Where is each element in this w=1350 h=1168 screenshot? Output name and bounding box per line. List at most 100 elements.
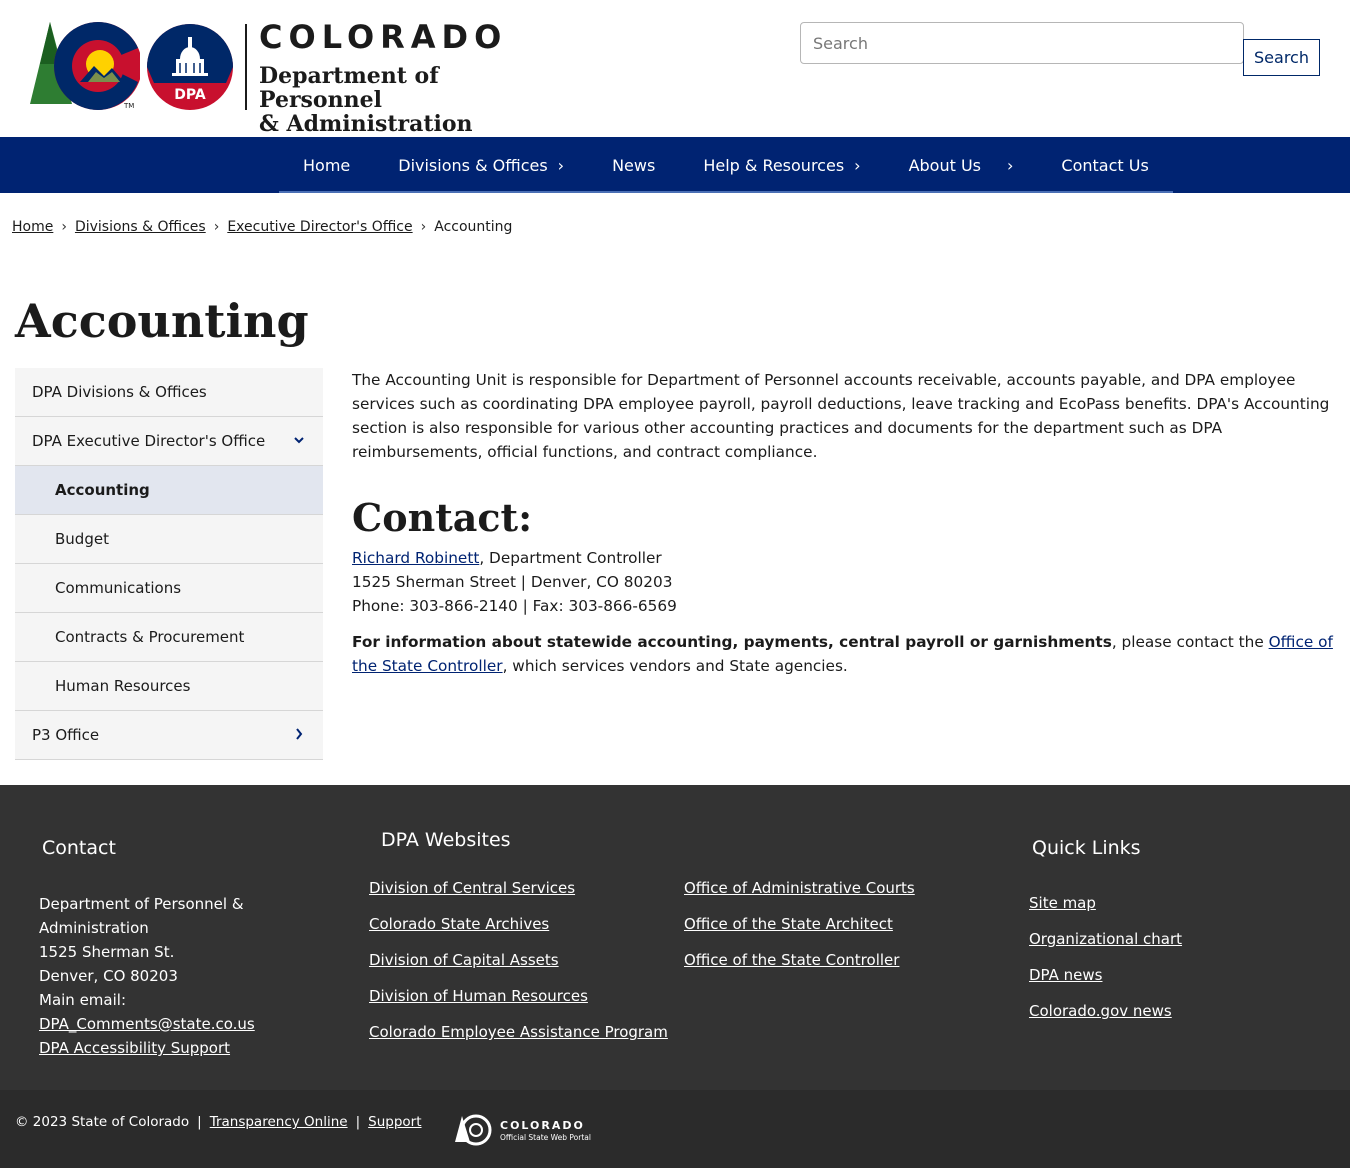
portal-logo-subtitle: Official State Web Portal [500, 1133, 591, 1142]
logo-state-text: COLORADO [259, 18, 508, 56]
nav-item-divisions[interactable]: Divisions & Offices › [374, 137, 588, 193]
nav-item-label: Contact Us [1061, 155, 1149, 175]
logo-dept-line1: Department of Personnel [259, 63, 439, 113]
breadcrumb-separator: › [61, 219, 67, 235]
copyright-text: © 2023 State of Colorado [15, 1114, 190, 1130]
svg-text:DPA: DPA [174, 87, 206, 103]
side-item-hr[interactable]: Human Resources [15, 662, 323, 711]
footer-contact-line: Denver, CO 80203 [39, 967, 178, 985]
bottom-bar: © 2023 State of Colorado | Transparency … [0, 1090, 1350, 1168]
site-logo[interactable]: TM DPA COLORADO Department of Personnel … [28, 18, 558, 136]
logo-divider [245, 24, 247, 110]
footer-quick-link[interactable]: DPA news [1029, 966, 1102, 984]
footer-quick-link[interactable]: Organizational chart [1029, 930, 1182, 948]
side-item-label: DPA Executive Director's Office [32, 432, 266, 450]
footer-accessibility-link[interactable]: DPA Accessibility Support [39, 1039, 230, 1057]
statewide-info-bold: For information about statewide accounti… [352, 633, 1112, 651]
breadcrumb-link-divisions[interactable]: Divisions & Offices [75, 219, 206, 235]
statewide-info-paragraph: For information about statewide accounti… [352, 630, 1337, 678]
nav-item-about[interactable]: About Us › [885, 137, 1038, 193]
footer-quick-link[interactable]: Site map [1029, 894, 1096, 912]
chevron-right-icon: › [854, 155, 861, 175]
transparency-link[interactable]: Transparency Online [210, 1114, 348, 1130]
contact-name-line: Richard Robinett, Department Controller [352, 546, 1337, 570]
search-button[interactable]: Search [1243, 39, 1320, 76]
side-item-accounting[interactable]: Accounting [15, 466, 323, 515]
footer-websites-heading: DPA Websites [381, 829, 511, 851]
statewide-info-mid: , please contact the [1111, 633, 1269, 651]
side-item-label: Contracts & Procurement [55, 628, 245, 646]
footer-website-link[interactable]: Office of the State Architect [684, 915, 893, 933]
footer-quick-link[interactable]: Colorado.gov news [1029, 1002, 1172, 1020]
footer-website-link[interactable]: Division of Capital Assets [369, 951, 559, 969]
nav-item-contact[interactable]: Contact Us [1037, 137, 1172, 193]
footer-website-link[interactable]: Colorado State Archives [369, 915, 549, 933]
breadcrumb-link-edo[interactable]: Executive Director's Office [227, 219, 412, 235]
nav-item-label: Home [303, 155, 351, 175]
page-title: Accounting [15, 294, 309, 348]
side-item-budget[interactable]: Budget [15, 515, 323, 564]
side-item-p3[interactable]: P3 Office [15, 711, 323, 760]
nav-item-help[interactable]: Help & Resources › [679, 137, 884, 193]
main-content: The Accounting Unit is responsible for D… [352, 368, 1337, 678]
side-item-label: Accounting [55, 481, 150, 499]
footer-contact-line: Administration [39, 919, 149, 937]
chevron-right-icon[interactable] [293, 726, 305, 742]
footer-website-link[interactable]: Office of Administrative Courts [684, 879, 915, 897]
site-footer: Contact Department of Personnel & Admini… [0, 785, 1350, 1090]
breadcrumb-link-home[interactable]: Home [12, 219, 53, 235]
footer-quicklinks-heading: Quick Links [1032, 837, 1141, 859]
breadcrumb-separator: › [213, 219, 220, 235]
nav-item-label: Divisions & Offices [398, 155, 548, 175]
footer-website-link[interactable]: Division of Human Resources [369, 987, 588, 1005]
contact-address: 1525 Sherman Street | Denver, CO 80203 [352, 573, 673, 591]
search-input[interactable] [800, 22, 1244, 64]
side-item-contracts[interactable]: Contracts & Procurement [15, 613, 323, 662]
contact-phone: Phone: 303-866-2140 | Fax: 303-866-6569 [352, 597, 677, 615]
breadcrumb-separator: › [420, 219, 427, 235]
main-nav: Home Divisions & Offices › News Help & R… [0, 137, 1350, 193]
logo-dept-text: Department of Personnel & Administration [259, 64, 558, 136]
copyright-line: © 2023 State of Colorado | Transparency … [15, 1114, 422, 1130]
footer-contact-line: Main email: [39, 991, 126, 1009]
contact-heading: Contact: [352, 495, 533, 540]
footer-website-link[interactable]: Office of the State Controller [684, 951, 899, 969]
logo-dept-line2: & Administration [259, 111, 473, 137]
nav-item-home[interactable]: Home [279, 137, 374, 193]
footer-contact-heading: Contact [42, 837, 116, 859]
contact-title: , Department Controller [479, 549, 662, 567]
nav-item-label: News [612, 155, 656, 175]
separator-pipe: | [197, 1114, 202, 1130]
side-item-label: Budget [55, 530, 109, 548]
support-link[interactable]: Support [368, 1114, 421, 1130]
chevron-right-icon: › [1007, 155, 1014, 175]
intro-paragraph: The Accounting Unit is responsible for D… [352, 371, 1330, 461]
footer-contact-line: Department of Personnel & [39, 895, 244, 913]
site-header: TM DPA COLORADO Department of Personnel … [0, 0, 1350, 137]
side-item-label: Human Resources [55, 677, 191, 695]
contact-name-link[interactable]: Richard Robinett [352, 549, 479, 567]
side-item-edo[interactable]: DPA Executive Director's Office [15, 417, 323, 466]
colorado-c-logo-icon: TM [30, 22, 140, 110]
dpa-capitol-logo-icon: DPA [147, 24, 233, 110]
chevron-right-icon: › [557, 155, 565, 175]
breadcrumb: Home › Divisions & Offices › Executive D… [12, 219, 512, 235]
side-nav: DPA Divisions & Offices DPA Executive Di… [15, 368, 323, 760]
nav-item-news[interactable]: News [588, 137, 679, 193]
colorado-portal-logo-icon[interactable] [454, 1114, 496, 1146]
footer-website-link[interactable]: Colorado Employee Assistance Program [369, 1023, 668, 1041]
side-item-label: P3 Office [32, 726, 100, 744]
footer-contact-line: 1525 Sherman St. [39, 943, 175, 961]
footer-contact-block: Department of Personnel & Administration… [39, 892, 255, 1060]
chevron-down-icon[interactable] [293, 432, 305, 448]
footer-email-link[interactable]: DPA_Comments@state.co.us [39, 1015, 255, 1033]
side-item-dpa-divisions[interactable]: DPA Divisions & Offices [15, 368, 323, 417]
nav-item-label: Help & Resources [703, 155, 845, 175]
breadcrumb-current: Accounting [434, 219, 513, 235]
footer-website-link[interactable]: Division of Central Services [369, 879, 575, 897]
side-item-communications[interactable]: Communications [15, 564, 323, 613]
side-item-label: Communications [55, 579, 182, 597]
separator-pipe: | [355, 1114, 361, 1130]
main-nav-list: Home Divisions & Offices › News Help & R… [279, 137, 1173, 193]
portal-logo-title: COLORADO [500, 1119, 585, 1132]
